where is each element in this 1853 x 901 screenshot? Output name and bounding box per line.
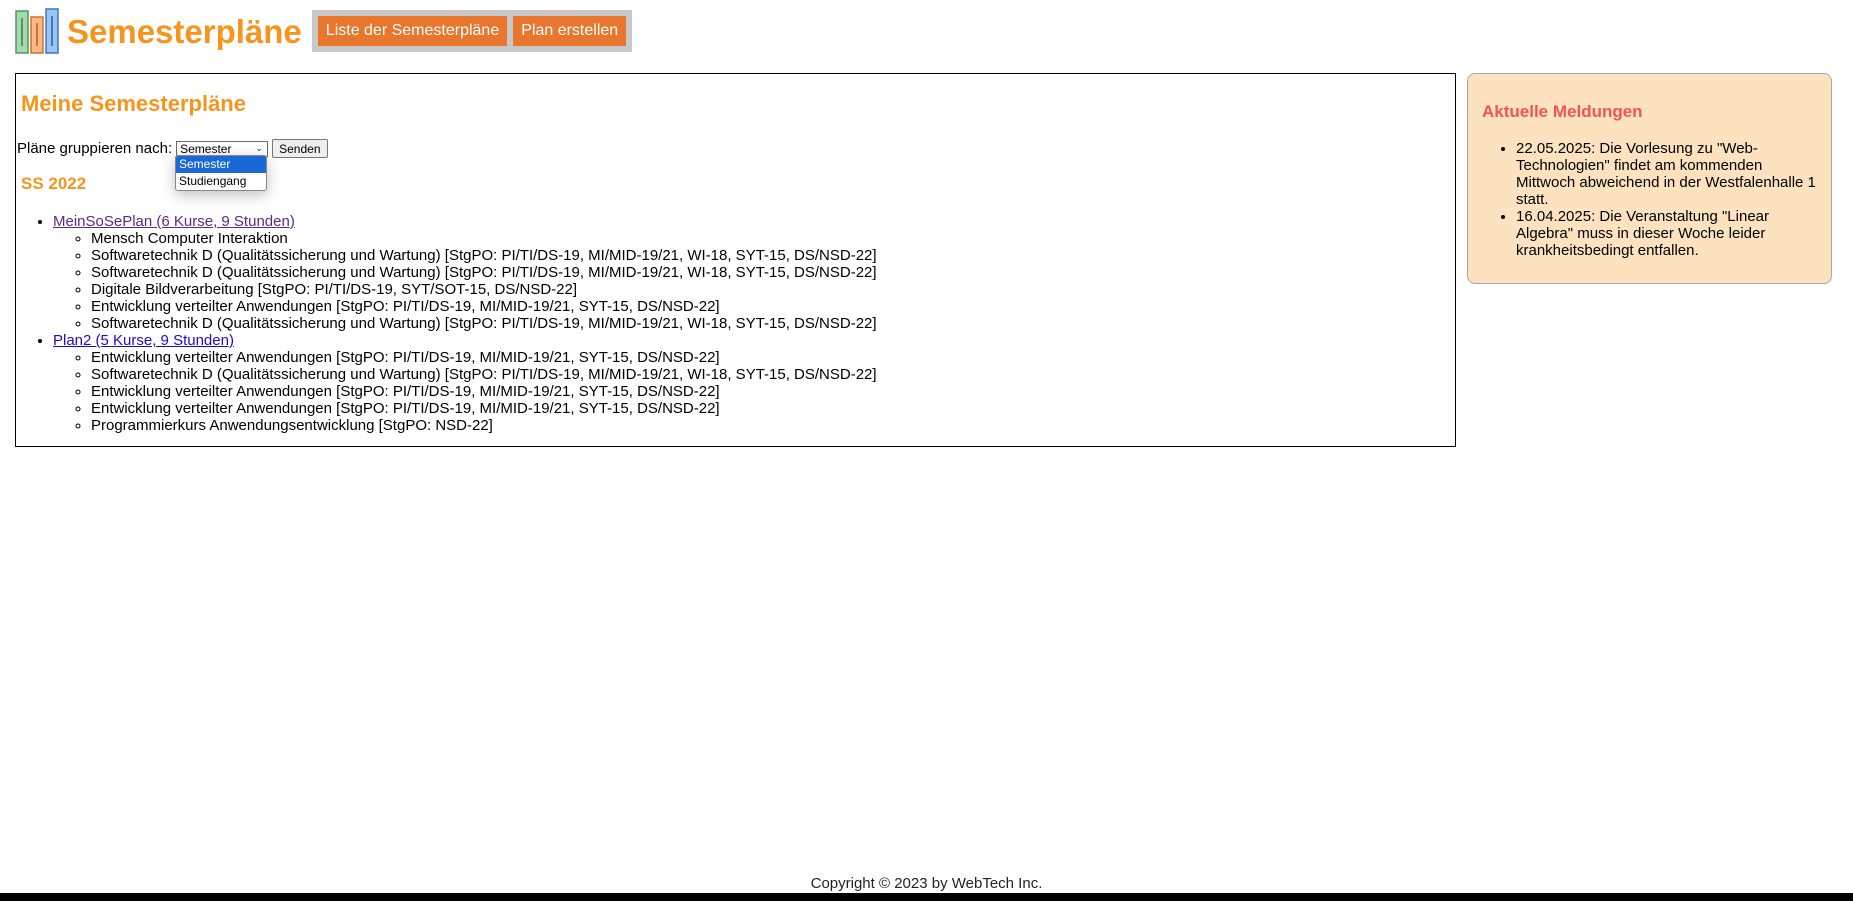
send-button[interactable]: Senden: [272, 139, 328, 158]
books-logo-icon: [15, 7, 59, 54]
site-title: Semesterpläne: [67, 12, 302, 50]
site-header: Semesterpläne Liste der Semesterpläne Pl…: [15, 6, 633, 56]
course-item: Entwicklung verteilter Anwendungen [StgP…: [91, 298, 877, 315]
main-content: Meine Semesterpläne Pläne gruppieren nac…: [15, 73, 1456, 447]
group-select-dropdown: Semester Studiengang: [175, 155, 267, 191]
plan-link-meinsoseplan[interactable]: MeinSoSePlan (6 Kurse, 9 Stunden): [53, 213, 295, 230]
nav-create-plan-button[interactable]: Plan erstellen: [513, 16, 627, 46]
course-item: Entwicklung verteilter Anwendungen [StgP…: [91, 349, 877, 366]
course-item: Programmierkurs Anwendungsentwicklung [S…: [91, 417, 877, 434]
course-item: Entwicklung verteilter Anwendungen [StgP…: [91, 400, 877, 417]
dropdown-option-semester[interactable]: Semester: [176, 156, 266, 173]
course-list: Mensch Computer Interaktion Softwaretech…: [53, 230, 877, 332]
group-select-value: Semester: [180, 141, 232, 156]
course-item: Softwaretechnik D (Qualitätssicherung un…: [91, 247, 877, 264]
course-item: Softwaretechnik D (Qualitätssicherung un…: [91, 264, 877, 281]
dropdown-option-studiengang[interactable]: Studiengang: [176, 173, 266, 190]
news-heading: Aktuelle Meldungen: [1482, 102, 1643, 121]
semester-heading: SS 2022: [21, 174, 87, 193]
news-panel: Aktuelle Meldungen 22.05.2025: Die Vorle…: [1467, 73, 1832, 284]
plan-item: Plan2 (5 Kurse, 9 Stunden) Entwicklung v…: [53, 332, 877, 434]
group-label: Pläne gruppieren nach:: [17, 140, 173, 157]
nav-plan-list-button[interactable]: Liste der Semesterpläne: [317, 16, 508, 46]
group-form: Pläne gruppieren nach: Semester ⌄ Senden: [17, 139, 328, 158]
footer-copyright: Copyright © 2023 by WebTech Inc.: [810, 875, 1043, 892]
news-item: 16.04.2025: Die Veranstaltung "Linear Al…: [1516, 208, 1817, 259]
news-item: 22.05.2025: Die Vorlesung zu "Web-Techno…: [1516, 140, 1817, 208]
plan-item: MeinSoSePlan (6 Kurse, 9 Stunden) Mensch…: [53, 213, 877, 332]
bottom-bar: [0, 893, 1853, 901]
main-nav: Liste der Semesterpläne Plan erstellen: [311, 10, 633, 52]
page-title: Meine Semesterpläne: [21, 91, 246, 116]
news-list: 22.05.2025: Die Vorlesung zu "Web-Techno…: [1468, 140, 1831, 259]
course-item: Digitale Bildverarbeitung [StgPO: PI/TI/…: [91, 281, 877, 298]
plan-list: MeinSoSePlan (6 Kurse, 9 Stunden) Mensch…: [16, 213, 877, 434]
chevron-down-icon: ⌄: [255, 143, 263, 153]
course-item: Mensch Computer Interaktion: [91, 230, 877, 247]
course-item: Softwaretechnik D (Qualitätssicherung un…: [91, 366, 877, 383]
plan-link-plan2[interactable]: Plan2 (5 Kurse, 9 Stunden): [53, 332, 234, 349]
course-item: Softwaretechnik D (Qualitätssicherung un…: [91, 315, 877, 332]
course-item: Entwicklung verteilter Anwendungen [StgP…: [91, 383, 877, 400]
course-list: Entwicklung verteilter Anwendungen [StgP…: [53, 349, 877, 434]
